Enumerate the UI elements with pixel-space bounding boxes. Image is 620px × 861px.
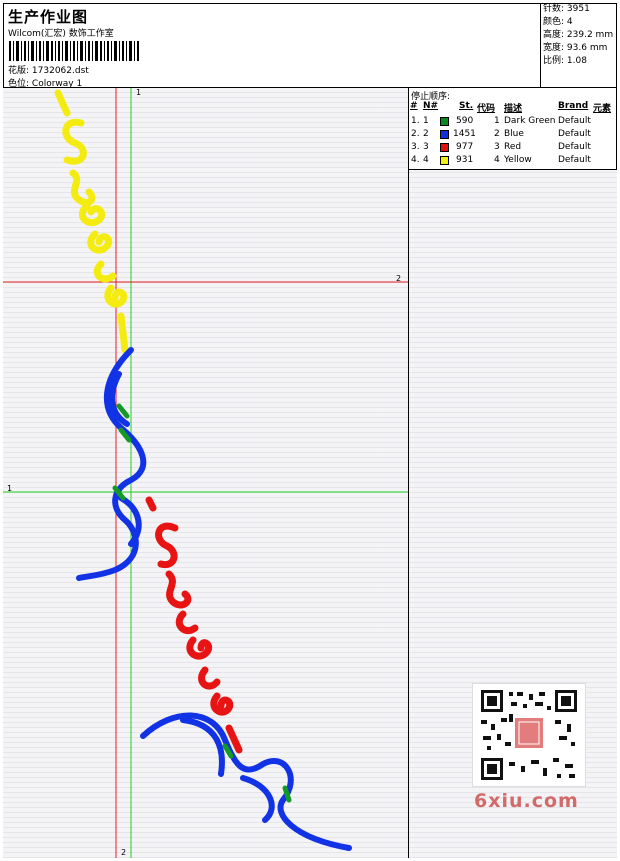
guide-marker-green-top: 1	[136, 88, 142, 97]
col-index: #	[410, 101, 418, 111]
col-description: 描述	[504, 104, 523, 114]
header-panel: 生产作业图 Wilcom(汇宏) 数饰工作室 花版: 1732062.dst 色…	[3, 3, 541, 89]
blue-flame-lower	[140, 712, 352, 851]
guide-marker-red-bottom: 2	[121, 848, 127, 857]
stat-width: 宽度: 93.6 mm	[543, 43, 608, 53]
col-n: N#	[423, 101, 439, 111]
stat-scale: 比例: 1.08	[543, 56, 587, 66]
stop-row: 4. 4 931 4 Yellow Default	[411, 155, 591, 165]
col-stitches: St.	[459, 101, 474, 111]
col-element: 元素	[593, 104, 612, 114]
color-swatch	[440, 156, 449, 165]
color-swatch	[440, 117, 449, 126]
stop-row: 1. 1 590 1 Dark Green Default	[411, 116, 591, 126]
design-label: 花版:	[8, 66, 30, 76]
stat-height: 高度: 239.2 mm	[543, 30, 614, 40]
qr-code	[472, 683, 586, 787]
barcode	[9, 41, 139, 61]
design-file-name: 1732062.dst	[31, 66, 89, 76]
studio-subtitle: Wilcom(汇宏) 数饰工作室	[8, 29, 114, 39]
design-file-line: 花版: 1732062.dst	[8, 63, 89, 76]
stop-sequence-panel: 停止顺序: # N# St. 代码 描述 Brand 元素 1. 1 590 1…	[409, 88, 617, 170]
stats-panel: 针数: 3951 颜色: 4 高度: 239.2 mm 宽度: 93.6 mm …	[541, 3, 617, 88]
embroidery-preview	[3, 88, 408, 858]
watermark-logo: 6xiu.com	[474, 790, 579, 812]
stop-row: 2. 2 1451 2 Blue Default	[411, 129, 591, 139]
stop-row: 3. 3 977 3 Red Default	[411, 142, 591, 152]
stat-colors: 颜色: 4	[543, 17, 573, 27]
design-canvas[interactable]: 1 2 1 2	[3, 88, 409, 858]
red-lettering	[145, 496, 243, 754]
color-swatch	[440, 143, 449, 152]
color-swatch	[440, 130, 449, 139]
stat-stitches: 针数: 3951	[543, 4, 590, 14]
col-code: 代码	[477, 104, 496, 114]
guide-marker-green-left: 1	[7, 484, 13, 493]
guide-marker-red-right: 2	[396, 274, 402, 283]
col-brand: Brand	[558, 101, 589, 111]
yellow-lettering	[54, 89, 129, 354]
page-title: 生产作业图	[8, 8, 89, 26]
blue-flame-upper	[76, 347, 147, 581]
